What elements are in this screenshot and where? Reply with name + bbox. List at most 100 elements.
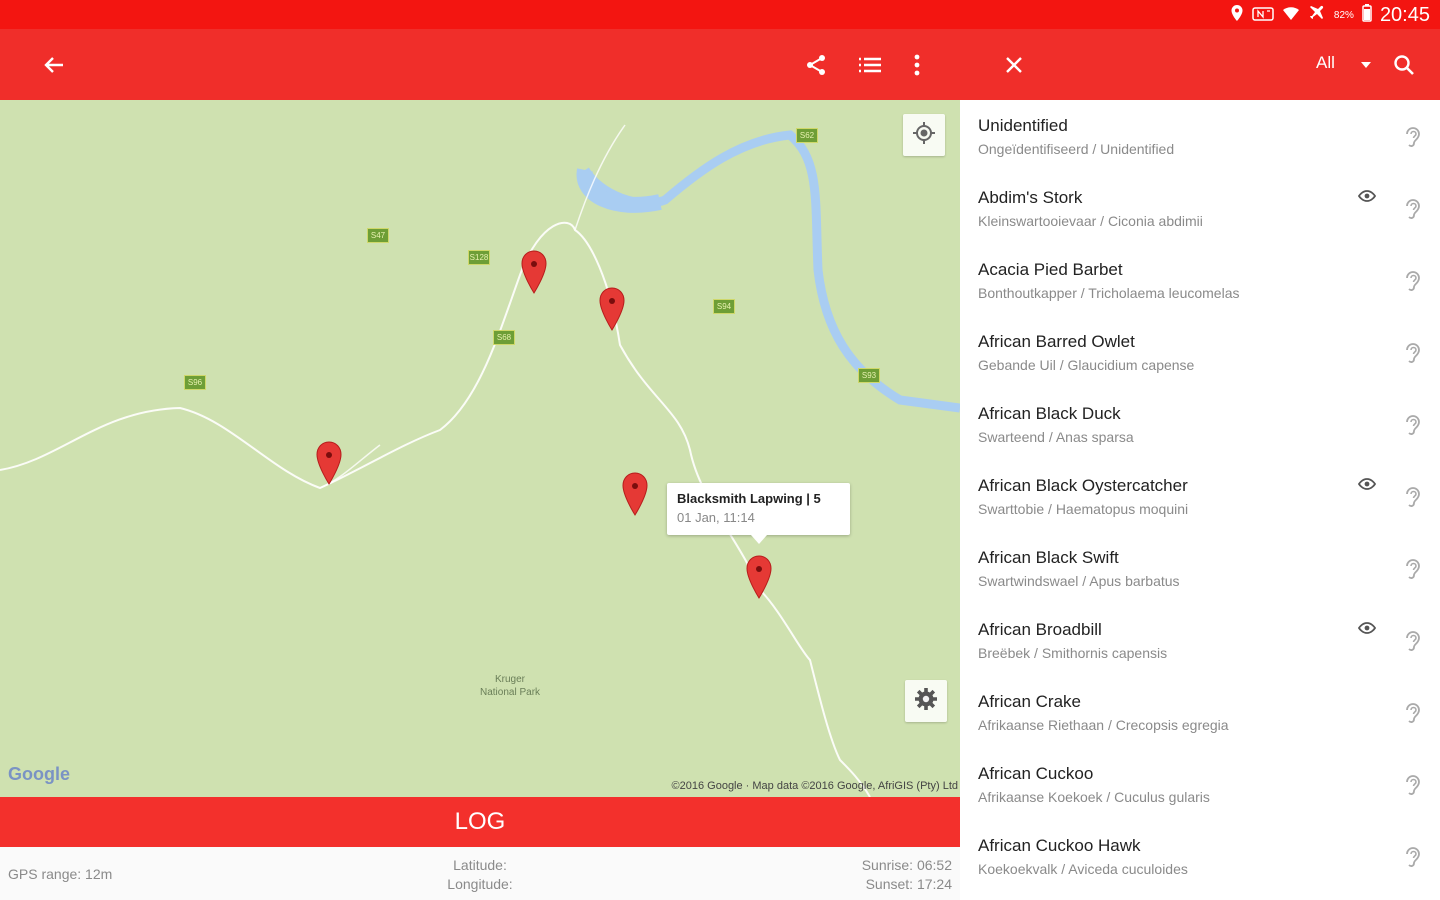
list-item[interactable]: Acacia Pied Barbet Bonthoutkapper / Tric… <box>960 244 1440 316</box>
nfc-icon <box>1252 6 1274 24</box>
filter-label[interactable]: All <box>1316 53 1335 73</box>
map-pin-icon[interactable] <box>745 555 773 599</box>
settings-icon <box>914 687 938 716</box>
eye-icon <box>1357 189 1377 203</box>
listen-icon[interactable] <box>1400 700 1426 726</box>
list-item[interactable]: African Cuckoo Afrikaanse Koekoek / Cucu… <box>960 748 1440 820</box>
info-window-subtitle: 01 Jan, 11:14 <box>677 510 755 525</box>
status-icons: 82% 20:45 <box>1230 3 1430 27</box>
eye-icon <box>1357 477 1377 491</box>
map-pin-icon[interactable] <box>520 250 548 294</box>
coordinates: Latitude: Longitude: <box>430 856 530 894</box>
log-button[interactable]: LOG <box>0 797 960 847</box>
species-subtitle: Afrikaanse Riethaan / Crecopsis egregia <box>978 717 1229 733</box>
species-subtitle: Ongeïdentifiseerd / Unidentified <box>978 141 1175 157</box>
listen-icon[interactable] <box>1400 124 1426 150</box>
species-subtitle: Swarteend / Anas sparsa <box>978 429 1134 445</box>
listen-icon[interactable] <box>1400 412 1426 438</box>
map-pin-icon[interactable] <box>315 441 343 485</box>
map-pin-icon[interactable] <box>598 287 626 331</box>
species-subtitle: Breëbek / Smithornis capensis <box>978 645 1168 661</box>
more-vert-icon[interactable] <box>899 47 935 83</box>
gps-range: GPS range: 12m <box>8 866 113 882</box>
species-name: African Crake <box>978 692 1081 711</box>
map-attribution[interactable]: ©2016 Google · Map data ©2016 Google, Af… <box>672 780 958 792</box>
place-label: Kruger National Park <box>480 673 540 699</box>
road-badge: S93 <box>858 368 880 383</box>
species-name: African Cuckoo Hawk <box>978 836 1141 855</box>
road-badge: S62 <box>796 128 818 143</box>
eye-icon <box>1357 621 1377 635</box>
listen-icon[interactable] <box>1400 628 1426 654</box>
listen-icon[interactable] <box>1400 484 1426 510</box>
list-item[interactable]: African Barred Owlet Gebande Uil / Glauc… <box>960 316 1440 388</box>
search-icon[interactable] <box>1386 47 1422 83</box>
list-item[interactable]: African Broadbill Breëbek / Smithornis c… <box>960 604 1440 676</box>
battery-icon <box>1362 3 1372 27</box>
battery-level: 82% <box>1333 9 1354 21</box>
place-label-line: Kruger <box>495 674 526 685</box>
road-badge: S96 <box>184 375 206 390</box>
status-bar: 82% 20:45 <box>0 0 1440 29</box>
species-name: Abdim's Stork <box>978 188 1083 207</box>
map-pin-icon[interactable] <box>621 472 649 516</box>
list-item[interactable]: Unidentified Ongeïdentifiseerd / Unident… <box>960 100 1440 172</box>
app-toolbar: All <box>0 29 1440 100</box>
list-item[interactable]: African Black Duck Swarteend / Anas spar… <box>960 388 1440 460</box>
dropdown-arrow-icon[interactable] <box>1348 47 1384 83</box>
listen-icon[interactable] <box>1400 556 1426 582</box>
species-name: African Black Oystercatcher <box>978 476 1188 495</box>
species-subtitle: Swarttobie / Haematopus moquini <box>978 501 1189 517</box>
latitude-label: Latitude: <box>453 857 507 873</box>
species-name: Unidentified <box>978 116 1068 135</box>
species-subtitle: Afrikaanse Koekoek / Cuculus gularis <box>978 789 1210 805</box>
species-subtitle: Gebande Uil / Glaucidium capense <box>978 357 1195 373</box>
species-name: African Black Duck <box>978 404 1121 423</box>
location-icon <box>1230 4 1244 27</box>
google-logo: Google <box>8 764 70 784</box>
species-list[interactable]: Unidentified Ongeïdentifiseerd / Unident… <box>960 100 1440 900</box>
back-arrow-icon[interactable] <box>36 47 72 83</box>
list-item[interactable]: Abdim's Stork Kleinswartooievaar / Cicon… <box>960 172 1440 244</box>
gps-footer: GPS range: 12m Latitude: Longitude: Sunr… <box>0 847 960 900</box>
close-icon[interactable] <box>996 47 1032 83</box>
species-name: Acacia Pied Barbet <box>978 260 1123 279</box>
wifi-icon <box>1282 5 1300 26</box>
my-location-button[interactable] <box>903 114 945 156</box>
info-window-title: Blacksmith Lapwing | 5 <box>677 491 821 506</box>
sunset: Sunset: 17:24 <box>865 876 952 892</box>
listen-icon[interactable] <box>1400 772 1426 798</box>
list-item[interactable]: African Cuckoo Hawk Koekoekvalk / Aviced… <box>960 820 1440 892</box>
listen-icon[interactable] <box>1400 268 1426 294</box>
clock: 20:45 <box>1379 3 1430 26</box>
map-settings-button[interactable] <box>905 680 947 722</box>
species-subtitle: Swartwindswael / Apus barbatus <box>978 573 1180 589</box>
marker-info-window[interactable]: Blacksmith Lapwing | 5 01 Jan, 11:14 <box>667 483 850 544</box>
sun-times: Sunrise: 06:52 Sunset: 17:24 <box>862 856 952 894</box>
listen-icon[interactable] <box>1400 340 1426 366</box>
list-item[interactable]: African Black Oystercatcher Swarttobie /… <box>960 460 1440 532</box>
road-badge: S68 <box>493 330 515 345</box>
sunrise: Sunrise: 06:52 <box>861 857 952 873</box>
species-subtitle: Bonthoutkapper / Tricholaema leucomelas <box>978 285 1240 301</box>
airplane-icon <box>1308 4 1326 27</box>
longitude-label: Longitude: <box>447 876 513 892</box>
road-badge: S94 <box>713 299 735 314</box>
road-badge: S128 <box>468 250 490 265</box>
species-name: African Broadbill <box>978 620 1102 639</box>
species-name: African Barred Owlet <box>978 332 1135 351</box>
species-name: African Cuckoo <box>978 764 1094 783</box>
listen-icon[interactable] <box>1400 844 1426 870</box>
my-location-icon <box>912 121 936 150</box>
listen-icon[interactable] <box>1400 196 1426 222</box>
list-item[interactable]: African Crake Afrikaanse Riethaan / Crec… <box>960 676 1440 748</box>
species-subtitle: Kleinswartooievaar / Ciconia abdimii <box>978 213 1203 229</box>
species-subtitle: Koekoekvalk / Aviceda cuculoides <box>978 861 1188 877</box>
list-icon[interactable] <box>852 47 888 83</box>
species-name: African Black Swift <box>978 548 1119 567</box>
map-view[interactable]: S62 S47 S128 S68 S94 S96 S93 Kruger Nati… <box>0 100 960 797</box>
place-label-line: National Park <box>480 687 541 698</box>
list-item[interactable]: African Black Swift Swartwindswael / Apu… <box>960 532 1440 604</box>
road-badge: S47 <box>367 228 389 243</box>
share-icon[interactable] <box>798 47 834 83</box>
